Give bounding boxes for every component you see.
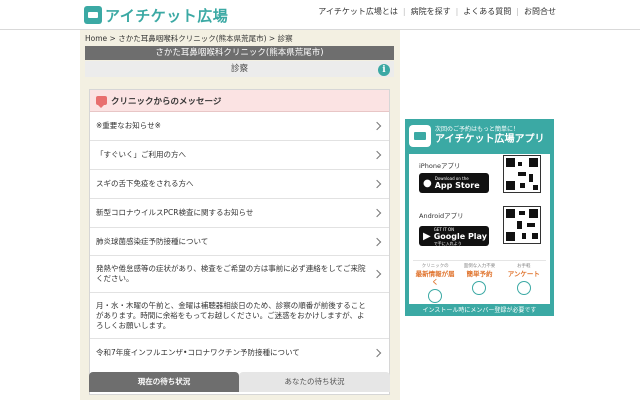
top-nav: アイチケット広場とは | 病院を探す | よくある質問 | お問合せ [318, 6, 556, 17]
logo-text: アイチケット広場 [105, 6, 229, 25]
message-item-text: 肺炎球菌感染症予防接種について [96, 236, 209, 246]
nav-divider: | [455, 7, 459, 16]
wait-status-tabs: 現在の待ち状況 あなたの待ち状況 [89, 372, 390, 392]
nav-link-faq[interactable]: よくある質問 [463, 6, 511, 17]
tab-your-wait[interactable]: あなたの待ち状況 [239, 372, 390, 392]
clinic-messages-title: クリニックからのメッセージ [111, 96, 222, 107]
main-column: Home > さかた耳鼻咽喉科クリニック(熊本県荒尾市) > 診察 さかた耳鼻咽… [80, 30, 400, 400]
android-app-label: Androidアプリ [419, 212, 464, 220]
message-item[interactable]: 発熱や倦怠感等の症状があり、検査をご希望の方は事前に必ず連絡をしてご来院ください… [90, 256, 389, 293]
feature-easy-booking: 面倒な入力不要 簡単予約 [457, 261, 501, 300]
google-play-text: Google Play [433, 231, 487, 241]
tab-current-wait[interactable]: 現在の待ち状況 [89, 372, 239, 392]
app-promo-title: アイチケット広場アプリ [435, 134, 545, 145]
chevron-right-icon [372, 269, 382, 279]
chevron-right-icon [372, 348, 382, 357]
chevron-right-icon [372, 237, 382, 246]
section-title: 診察 i [85, 61, 394, 77]
message-item-text: 「すぐいく」ご利用の方へ [96, 150, 186, 159]
android-qr-code [503, 206, 541, 244]
apple-icon: ● [423, 177, 432, 189]
stethoscope-icon [472, 281, 487, 295]
breadcrumb[interactable]: Home > さかた耳鼻咽喉科クリニック(熊本県荒尾市) > 診察 [85, 33, 293, 44]
nav-divider: | [516, 7, 519, 16]
message-item-text: 発熱や倦怠感等の症状があり、検査をご希望の方は事前に必ず連絡をしてご来院ください… [96, 264, 366, 283]
message-item: 月・水・木曜の午前と、金曜は補聴器相談日のため、診察の順番が前後することがありま… [90, 293, 389, 339]
message-item[interactable]: 新型コロナウイルスPCR検査に関するお知らせ [90, 199, 389, 228]
message-item[interactable]: 令和7年度インフルエンザ•コロナワクチン予防接種について [90, 339, 389, 366]
nav-link-contact[interactable]: お問合せ [524, 6, 556, 17]
site-logo[interactable]: アイチケット広場 [84, 4, 228, 26]
gift-icon [516, 281, 531, 295]
ios-qr-code [503, 155, 541, 193]
chevron-right-icon [372, 150, 382, 160]
message-item[interactable]: 肺炎球菌感染症予防接種について [90, 228, 389, 256]
app-store-button[interactable]: ● Download on the App Store [419, 173, 489, 193]
chevron-right-icon [372, 179, 382, 189]
chevron-right-icon [372, 208, 382, 218]
message-item-text: ※重要なお知らせ※ [96, 121, 161, 130]
clinic-messages-panel: クリニックからのメッセージ ※重要なお知らせ※ 「すぐいく」ご利用の方へ スギの… [89, 89, 390, 395]
iphone-app-label: iPhoneアプリ [419, 162, 461, 170]
section-title-label: 診察 [230, 64, 248, 74]
feature-text: 最新情報が届く [415, 270, 455, 286]
message-item-text: 新型コロナウイルスPCR検査に関するお知らせ [96, 208, 254, 217]
clinic-title: さかた耳鼻咽喉科クリニック(熊本県荒尾市) [85, 46, 394, 60]
message-item-text: スギの舌下免疫をされる方へ [96, 179, 194, 188]
message-item-text: 令和7年度インフルエンザ•コロナワクチン予防接種について [96, 347, 300, 357]
ticket-logo-icon [84, 6, 102, 24]
feature-text: 簡単予約 [466, 270, 493, 278]
nav-divider: | [402, 7, 406, 16]
app-icon [409, 125, 431, 147]
feature-latest-info: クリニックの 最新情報が届く [413, 261, 457, 303]
google-play-button[interactable]: ▶ GET IT ON Google Play で手に入れよう [419, 226, 489, 246]
google-play-sub-text: で手に入れよう [433, 240, 462, 246]
chat-icon [428, 289, 443, 303]
app-promo-header: 次回のご予約はもっと簡単に！ アイチケット広場アプリ [409, 123, 550, 149]
message-item-text: 月・水・木曜の午前と、金曜は補聴器相談日のため、診察の順番が前後することがありま… [96, 300, 366, 330]
clinic-messages-header: クリニックからのメッセージ [90, 90, 389, 112]
chevron-right-icon [372, 121, 382, 131]
nav-link-about[interactable]: アイチケット広場とは [318, 6, 398, 17]
app-promo-footer: インストール時にメンバー登録が必要です [422, 307, 537, 314]
app-promo-banner[interactable]: 次回のご予約はもっと簡単に！ アイチケット広場アプリ iPhoneアプリ ● D… [405, 119, 554, 316]
site-header: アイチケット広場 アイチケット広場とは | 病院を探す | よくある質問 | お… [0, 0, 640, 30]
app-promo-tagline: 次回のご予約はもっと簡単に！ [435, 126, 520, 133]
nav-link-search-hospital[interactable]: 病院を探す [411, 6, 451, 17]
message-item[interactable]: スギの舌下免疫をされる方へ [90, 170, 389, 199]
feature-text: アンケート [507, 270, 540, 278]
app-feature-list: クリニックの 最新情報が届く 面倒な入力不要 簡単予約 お手軽 アンケート [413, 260, 546, 303]
play-icon: ▶ [423, 230, 431, 242]
message-item[interactable]: 「すぐいく」ご利用の方へ [90, 141, 389, 170]
speech-bubble-icon [96, 96, 107, 108]
app-promo-body: iPhoneアプリ ● Download on the App Store An… [409, 154, 550, 304]
info-icon[interactable]: i [378, 64, 390, 76]
app-store-text: App Store [434, 181, 480, 190]
message-item[interactable]: ※重要なお知らせ※ [90, 112, 389, 141]
feature-survey: お手軽 アンケート [502, 261, 546, 300]
